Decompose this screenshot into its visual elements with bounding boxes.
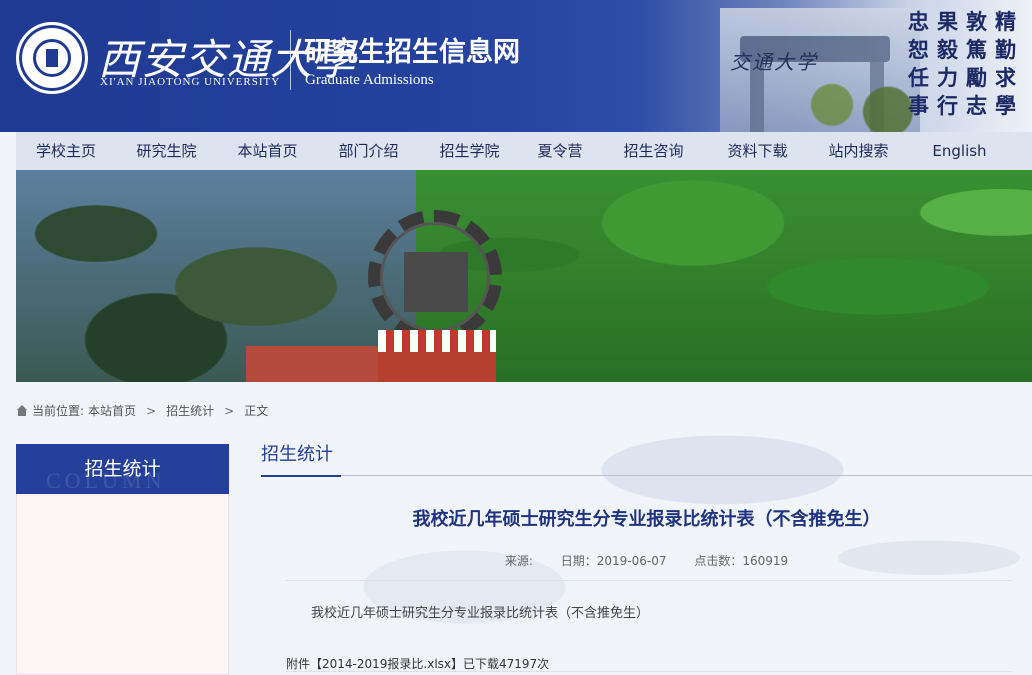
nav-colleges[interactable]: 招生学院 [419, 132, 520, 170]
meta-divider [286, 580, 1012, 581]
motto-char: 勵 [966, 65, 987, 90]
motto-char: 行 [937, 93, 958, 118]
breadcrumb-separator: > [224, 403, 235, 418]
motto-char: 志 [966, 93, 987, 118]
sidebar-title: 招生统计 COLUMN [16, 444, 229, 494]
section-tab[interactable]: 招生统计 [261, 440, 341, 477]
nav-site-home[interactable]: 本站首页 [217, 132, 318, 170]
motto-char: 事 [908, 93, 929, 118]
motto-char: 忠 [908, 9, 929, 34]
main-nav: 学校主页 研究生院 本站首页 部门介绍 招生学院 夏令营 招生咨询 资料下载 站… [16, 132, 1032, 170]
attachment-link[interactable]: 附件【2014-2019报录比.xlsx】已下载47197次 [286, 655, 549, 672]
breadcrumb-section[interactable]: 招生统计 [166, 402, 214, 419]
sidebar-body [16, 494, 229, 675]
meta-source: 来源: [504, 554, 533, 568]
nav-summer-camp[interactable]: 夏令营 [520, 132, 600, 170]
motto-char: 勤 [995, 37, 1016, 62]
university-name-en: XI'AN JIAOTONG UNIVERSITY [100, 76, 281, 88]
site-subtitle: Graduate Admissions [305, 72, 434, 88]
university-motto: 忠 果 敦 精 恕 毅 篤 勤 任 力 勵 求 事 行 志 學 [904, 8, 1022, 120]
motto-char: 篤 [966, 37, 987, 62]
nav-site-search[interactable]: 站内搜索 [808, 132, 909, 170]
sculpture-pedestal [378, 330, 496, 382]
seal-emblem-icon [33, 39, 71, 77]
breadcrumb-prefix: 当前位置: [32, 404, 85, 418]
section-header: 招生统计 [261, 440, 1032, 477]
motto-char: 果 [937, 9, 958, 34]
logo-divider [290, 30, 291, 90]
motto-char: 求 [995, 65, 1016, 90]
nav-departments[interactable]: 部门介绍 [318, 132, 419, 170]
sidebar-ghost-text: COLUMN [46, 468, 166, 493]
university-seal-logo[interactable] [16, 22, 88, 94]
attachment-divider [286, 671, 1012, 672]
motto-char: 恕 [908, 37, 929, 62]
nav-graduate-school[interactable]: 研究生院 [116, 132, 217, 170]
campus-banner-image [16, 170, 1032, 382]
motto-char: 力 [937, 65, 958, 90]
breadcrumb-current: 正文 [244, 404, 269, 418]
article-body: 我校近几年硕士研究生分专业报录比统计表（不含推免生） [311, 606, 650, 621]
meta-clicks: 点击数：160919 [694, 554, 789, 568]
nav-downloads[interactable]: 资料下载 [707, 132, 808, 170]
site-title[interactable]: 研究生招生信息网 [304, 30, 520, 69]
nav-english[interactable]: English [909, 132, 1010, 170]
sculpture-core [404, 252, 468, 312]
site-header: 交通大学 西安交通大學 XI'AN JIAOTONG UNIVERSITY 研究… [0, 0, 1032, 132]
breadcrumb: 当前位置: 本站首页 > 招生统计 > 正文 [16, 402, 268, 419]
breadcrumb-home[interactable]: 本站首页 [88, 402, 136, 419]
nav-consultation[interactable]: 招生咨询 [600, 132, 707, 170]
motto-char: 任 [908, 65, 929, 90]
motto-char: 精 [995, 9, 1016, 34]
motto-char: 敦 [966, 9, 987, 34]
home-icon [16, 404, 28, 417]
breadcrumb-separator: > [146, 403, 157, 418]
banner-green-trees [416, 170, 1032, 382]
nav-school-home[interactable]: 学校主页 [16, 132, 116, 170]
article-meta: 来源: 日期：2019-06-07 点击数：160919 [261, 552, 1032, 569]
motto-char: 學 [995, 93, 1016, 118]
motto-char: 毅 [937, 37, 958, 62]
meta-date: 日期：2019-06-07 [560, 554, 667, 568]
gate-inscription: 交通大学 [730, 50, 818, 74]
article-title: 我校近几年硕士研究生分专业报录比统计表（不含推免生） [412, 509, 881, 530]
